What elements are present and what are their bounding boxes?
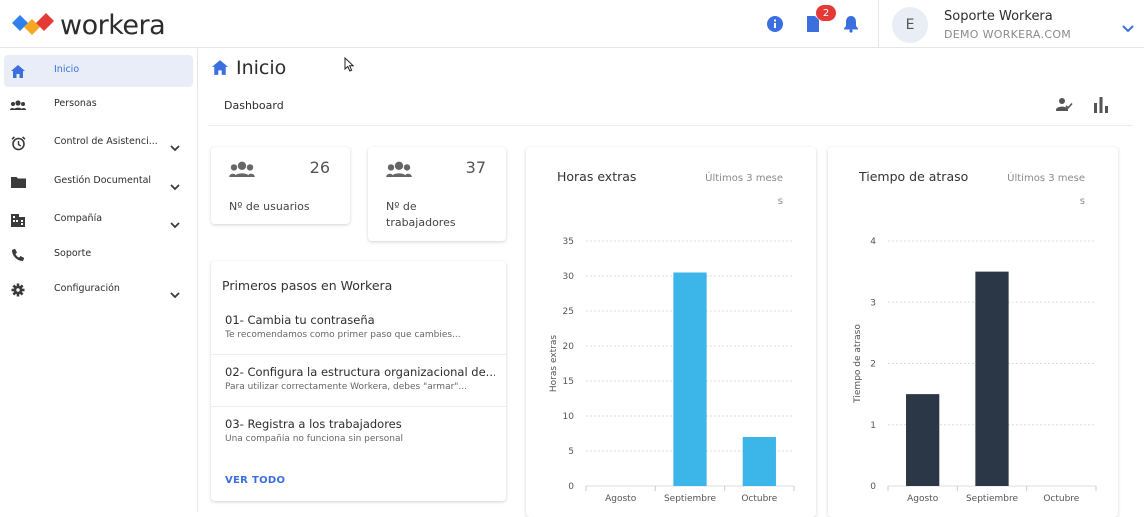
horas-extras-chart: 0 5 10 15 20 25 30 35 Horas extras Agosto Septiemb…: [549, 237, 795, 504]
step-description: Para utilizar correctamente Workera, deb…: [225, 382, 468, 392]
sidebar-item-label: Personas: [54, 98, 97, 109]
building-icon: [10, 212, 26, 228]
first-steps-card: Primeros pasos en Workera 01- Cambia tu …: [211, 261, 507, 501]
stat-card-usuarios: 26 Nº de usuarios: [211, 147, 350, 224]
y-tick-label: 0: [870, 482, 876, 492]
sidebar-item-label: Gestión Documental: [54, 175, 152, 186]
step-title: 01- Cambia tu contraseña: [225, 313, 375, 327]
stat-value: 26: [309, 158, 330, 177]
y-tick-label: 3: [870, 298, 876, 308]
sidebar-item-label: Configuración: [54, 283, 120, 294]
page-title: Inicio: [236, 57, 287, 79]
step-description: Te recomendamos como primer paso que cam…: [225, 330, 461, 340]
user-divider: [878, 0, 879, 48]
folder-icon: [10, 174, 26, 190]
logo-mark-icon: [12, 12, 54, 35]
notification-badge: 2: [816, 5, 836, 21]
chevron-down-icon: [170, 214, 180, 233]
x-tick-label: Octubre: [741, 494, 777, 504]
workera-logo[interactable]: workera: [10, 10, 166, 41]
y-tick-label: 30: [563, 272, 575, 282]
home-icon: [212, 60, 228, 79]
chevron-down-icon: [170, 137, 180, 156]
step-description: Una compañía no funciona sin personal: [225, 434, 404, 444]
user-menu-chevron-icon[interactable]: [1122, 18, 1134, 37]
x-tick-label: Octubre: [1043, 494, 1079, 504]
chart-card-tiempo-atraso: Tiempo de atraso Últimos 3 mese s 01234T…: [828, 147, 1118, 517]
sidebar-item-compania[interactable]: Compañía: [4, 204, 193, 236]
phone-icon: [10, 247, 26, 263]
bar: [906, 394, 940, 486]
y-axis-label: Tiempo de atraso: [853, 324, 863, 404]
y-tick-label: 20: [563, 342, 575, 352]
list-item[interactable]: 03- Registra a los trabajadores Una comp…: [211, 407, 507, 459]
logo-text: workera: [60, 10, 166, 41]
step-title: 03- Registra a los trabajadores: [225, 417, 402, 431]
people-icon: [229, 161, 255, 181]
info-icon[interactable]: [765, 14, 785, 34]
home-icon: [10, 63, 26, 79]
stat-value: 37: [465, 158, 486, 177]
chevron-down-icon: [170, 284, 180, 303]
alarm-icon: [10, 135, 26, 151]
stat-label: Nº de: [386, 200, 417, 213]
y-tick-label: 0: [568, 482, 574, 492]
sidebar-item-label: Soporte: [54, 248, 92, 259]
bell-icon[interactable]: [841, 14, 861, 34]
avatar[interactable]: E: [892, 7, 928, 43]
gear-icon: [10, 282, 26, 298]
y-tick-label: 25: [563, 307, 574, 317]
y-axis-label: Horas extras: [549, 335, 559, 392]
first-steps-title: Primeros pasos en Workera: [222, 278, 393, 293]
y-tick-label: 5: [568, 447, 574, 457]
sidebar-item-label: Control de Asistenci...: [54, 136, 158, 147]
stat-card-trabajadores: 37 Nº de trabajadores: [368, 147, 506, 241]
user-name: Soporte Workera: [944, 9, 1053, 24]
tab-dashboard[interactable]: Dashboard: [224, 99, 284, 112]
y-tick-label: 15: [563, 377, 574, 387]
bar-chart-icon[interactable]: [1093, 97, 1109, 117]
y-tick-label: 2: [870, 360, 876, 370]
people-icon: [386, 161, 412, 181]
tiempo-atraso-chart: 0 1 2 3 4 Tiempo de atraso Agosto Septiembre Oct…: [853, 237, 1097, 504]
stat-label: Nº de usuarios: [229, 200, 310, 213]
bar: [673, 272, 707, 486]
x-tick-label: Septiembre: [966, 494, 1019, 504]
user-check-icon[interactable]: [1056, 97, 1073, 117]
x-tick-label: Agosto: [907, 494, 939, 504]
divider: [208, 125, 1133, 126]
people-icon: [10, 97, 26, 113]
user-org: DEMO WORKERA.COM: [944, 28, 1072, 41]
bar: [975, 271, 1009, 486]
list-item[interactable]: 02- Configura la estructura organizacion…: [211, 355, 507, 407]
sidebar: Inicio Personas Control de Asistenci... …: [0, 48, 198, 512]
x-tick-label: Agosto: [605, 494, 637, 504]
stat-label: trabajadores: [386, 216, 456, 229]
y-tick-label: 1: [870, 421, 876, 431]
mouse-cursor-icon: [344, 56, 355, 76]
see-all-link[interactable]: VER TODO: [225, 475, 285, 486]
sidebar-item-personas[interactable]: Personas: [4, 89, 193, 121]
y-tick-label: 10: [563, 412, 575, 422]
top-bar: workera 2 E Soporte Workera DEMO WORKERA…: [0, 0, 1144, 48]
y-tick-label: 4: [870, 237, 876, 247]
list-item[interactable]: 01- Cambia tu contraseña Te recomendamos…: [211, 303, 507, 355]
sidebar-item-soporte[interactable]: Soporte: [4, 239, 193, 271]
sidebar-item-label: Compañía: [54, 213, 103, 224]
sidebar-item-control-asistencia[interactable]: Control de Asistenci...: [4, 127, 193, 159]
sidebar-item-gestion-documental[interactable]: Gestión Documental: [4, 166, 193, 198]
y-tick-label: 35: [563, 237, 574, 247]
chart-card-horas-extras: Horas extras Últimos 3 mese s 0 5 10 15 20 25…: [526, 147, 816, 517]
sidebar-item-configuracion[interactable]: Configuración: [4, 274, 193, 306]
sidebar-item-inicio[interactable]: Inicio: [4, 55, 193, 87]
sidebar-item-label: Inicio: [54, 64, 80, 75]
x-tick-label: Septiembre: [664, 494, 717, 504]
step-title: 02- Configura la estructura organizacion…: [225, 365, 495, 379]
chevron-down-icon: [170, 176, 180, 195]
bar: [742, 437, 776, 486]
